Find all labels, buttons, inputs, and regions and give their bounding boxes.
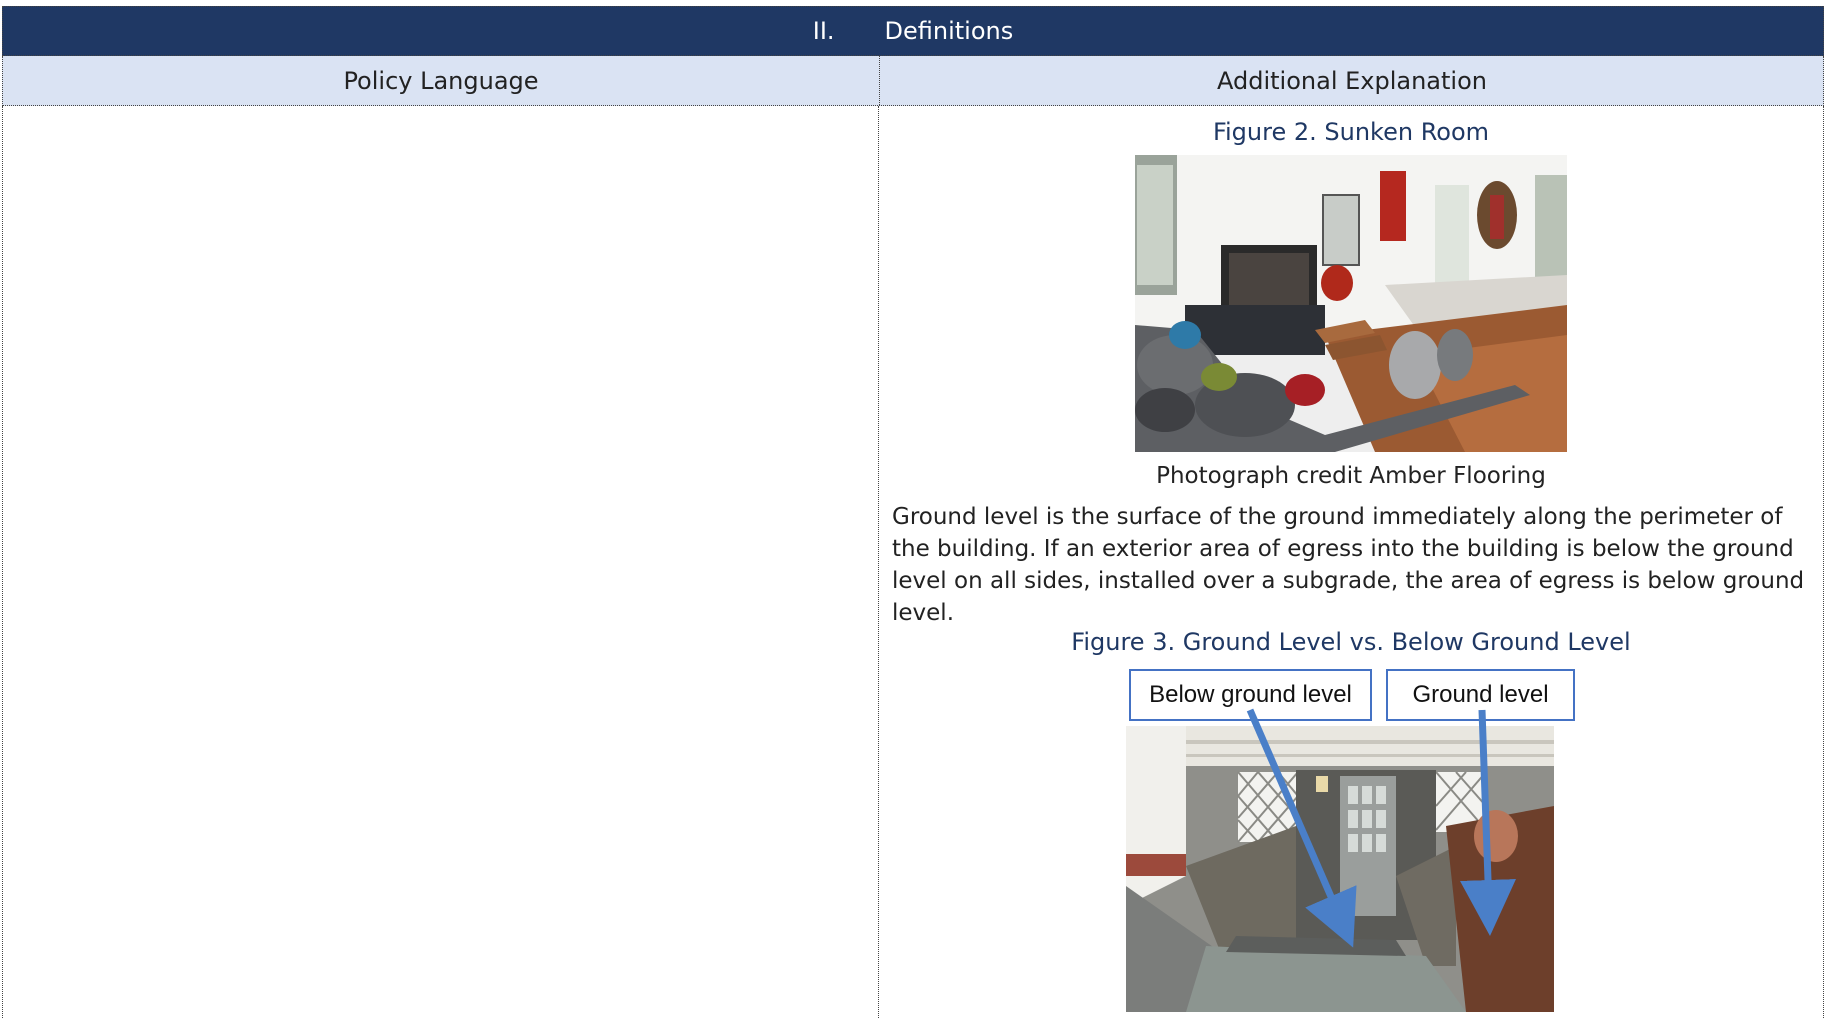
policy-language-cell (2, 106, 879, 1018)
arrow-below-ground (1246, 708, 1357, 948)
column-header-additional-explanation: Additional Explanation (1217, 66, 1487, 95)
additional-explanation-cell: Figure 2. Sunken Room Photograph credit … (878, 106, 1824, 1018)
pointer-arrows (1246, 708, 1516, 948)
arrow-ground (1460, 709, 1516, 936)
section-number: II. (812, 17, 835, 45)
section-title: Definitions (884, 17, 1014, 45)
definitions-table: II. Definitions Policy Language Addition… (0, 6, 1826, 1018)
column-header-policy-language: Policy Language (3, 56, 880, 105)
section-header: II. Definitions (2, 6, 1824, 56)
column-header-row: Policy Language Additional Explanation (2, 56, 1824, 106)
